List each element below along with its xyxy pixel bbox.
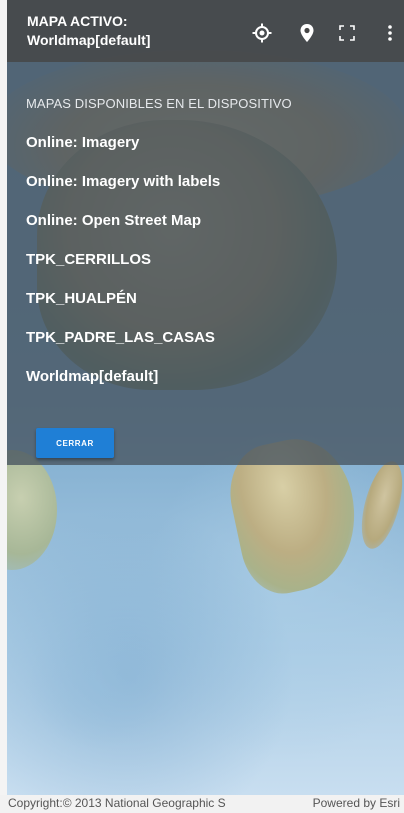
copyright-text: Copyright:© 2013 National Geographic S <box>8 796 226 810</box>
map-option-open-street-map[interactable]: Online: Open Street Map <box>26 206 220 245</box>
map-option-tpk-padre-las-casas[interactable]: TPK_PADRE_LAS_CASAS <box>26 323 220 362</box>
active-map-title: MAPA ACTIVO: Worldmap[default] <box>27 12 150 50</box>
top-app-bar: MAPA ACTIVO: Worldmap[default] <box>7 0 404 62</box>
ocean-ridge <box>27 620 167 750</box>
map-option-online-imagery-labels[interactable]: Online: Imagery with labels <box>26 167 220 206</box>
location-pin-icon[interactable] <box>296 22 318 44</box>
map-option-tpk-hualpen[interactable]: TPK_HUALPÉN <box>26 284 220 323</box>
fullscreen-icon[interactable] <box>336 22 358 44</box>
more-vertical-icon[interactable] <box>379 22 401 44</box>
available-maps-heading: MAPAS DISPONIBLES EN EL DISPOSITIVO <box>26 96 292 111</box>
left-edge <box>0 0 7 813</box>
map-option-worldmap-default[interactable]: Worldmap[default] <box>26 362 220 401</box>
active-map-name: Worldmap[default] <box>27 32 151 48</box>
map-option-tpk-cerrillos[interactable]: TPK_CERRILLOS <box>26 245 220 284</box>
powered-by-esri-link[interactable]: Powered by Esri <box>313 796 400 810</box>
map-attribution-bar: Copyright:© 2013 National Geographic S P… <box>0 795 404 813</box>
crosshair-icon[interactable] <box>251 22 273 44</box>
available-maps-list: Online: Imagery Online: Imagery with lab… <box>26 128 220 401</box>
map-option-online-imagery[interactable]: Online: Imagery <box>26 128 220 167</box>
madagascar-landmass <box>353 457 404 553</box>
map-selector-panel: MAPAS DISPONIBLES EN EL DISPOSITIVO Onli… <box>7 0 404 465</box>
south-america-landmass <box>7 450 57 570</box>
close-button[interactable]: CERRAR <box>36 428 114 458</box>
active-map-label: MAPA ACTIVO: <box>27 13 128 29</box>
app-screen: MAPAS DISPONIBLES EN EL DISPOSITIVO Onli… <box>0 0 404 813</box>
